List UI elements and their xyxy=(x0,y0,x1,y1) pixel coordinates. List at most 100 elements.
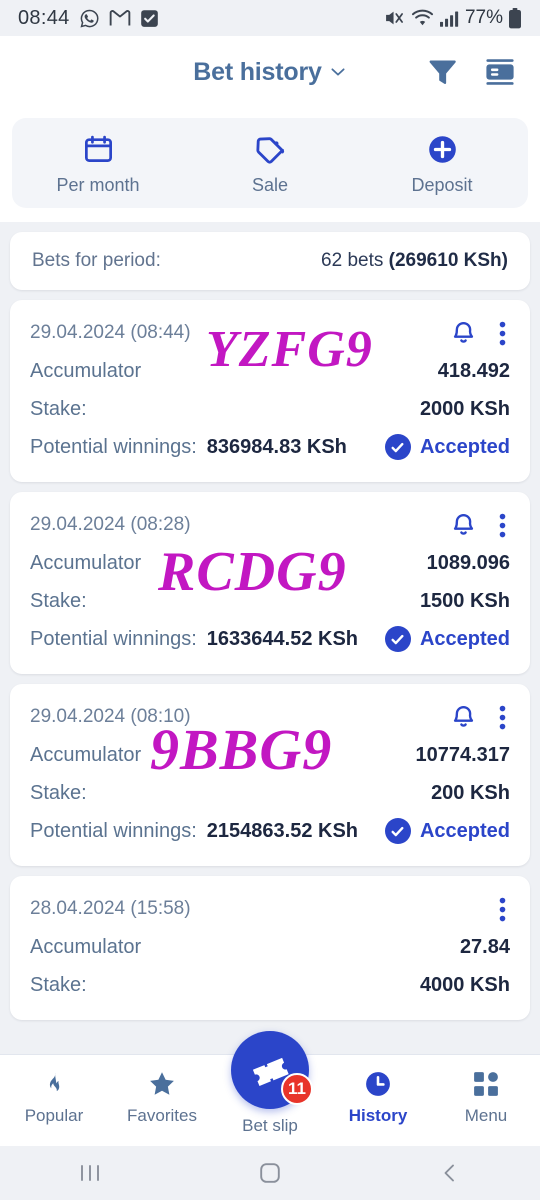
bet-stake-row: Stake: 4000 KSh xyxy=(30,966,510,1004)
stake-label: Stake: xyxy=(30,397,87,420)
chevron-down-icon[interactable] xyxy=(329,63,347,81)
bell-icon[interactable] xyxy=(450,320,477,347)
status-text: Accepted xyxy=(419,435,510,458)
quick-actions-bar: Per month Sale Deposit xyxy=(12,118,528,208)
grid-icon xyxy=(472,1069,500,1099)
bet-type-row: Accumulator 10774.317 xyxy=(30,736,510,774)
check-circle-icon xyxy=(384,434,411,460)
quick-action-deposit[interactable]: Deposit xyxy=(356,132,528,196)
quick-actions-section: Per month Sale Deposit xyxy=(0,108,540,222)
android-navigation-bar xyxy=(0,1146,540,1200)
clock-icon xyxy=(364,1069,392,1099)
potential-label: Potential winnings: xyxy=(30,819,197,842)
bet-date: 29.04.2024 (08:44) xyxy=(30,322,191,343)
quick-action-per-month[interactable]: Per month xyxy=(12,132,184,196)
bell-icon[interactable] xyxy=(450,704,477,731)
bet-stake-row: Stake: 1500 KSh xyxy=(30,582,510,620)
potential-label: Potential winnings: xyxy=(30,435,197,458)
bet-slip-button[interactable]: 11 xyxy=(231,1031,313,1109)
bet-card[interactable]: YZFG9 29.04.2024 (08:44) Accumulator 418… xyxy=(10,300,530,482)
stake-label: Stake: xyxy=(30,781,87,804)
more-options-icon[interactable] xyxy=(499,512,506,539)
summary-label: Bets for period: xyxy=(32,250,161,271)
potential-value: 2154863.52 KSh xyxy=(206,819,359,842)
nav-label: Menu xyxy=(464,1106,508,1125)
status-badge: Accepted xyxy=(384,434,510,460)
status-badge: Accepted xyxy=(384,818,510,844)
bet-odds: 27.84 xyxy=(459,935,510,958)
nav-label: Popular xyxy=(24,1106,84,1125)
bet-date: 29.04.2024 (08:10) xyxy=(30,706,191,727)
quick-action-label: Sale xyxy=(251,175,289,195)
home-icon[interactable] xyxy=(180,1161,360,1185)
period-summary-card: Bets for period: 62 bets (269610 KSh) xyxy=(10,232,530,290)
check-circle-icon xyxy=(384,626,411,652)
bell-icon[interactable] xyxy=(450,512,477,539)
bet-card-actions xyxy=(450,512,510,539)
bet-winnings-row: Potential winnings: 836984.83 KSh Accept… xyxy=(30,428,510,466)
bet-odds: 418.492 xyxy=(437,359,510,382)
summary-amount: (269610 KSh) xyxy=(388,250,508,271)
potential-label: Potential winnings: xyxy=(30,627,197,650)
bet-history-list: Bets for period: 62 bets (269610 KSh) YZ… xyxy=(0,232,540,1020)
quick-action-sale[interactable]: Sale xyxy=(184,132,356,196)
more-options-icon[interactable] xyxy=(499,704,506,731)
potential-value: 1633644.52 KSh xyxy=(206,627,359,650)
back-icon[interactable] xyxy=(360,1161,540,1185)
star-icon xyxy=(147,1069,177,1099)
quick-action-label: Deposit xyxy=(411,175,473,195)
bet-type: Accumulator xyxy=(30,743,142,766)
gmail-icon xyxy=(109,10,130,26)
checkbox-icon xyxy=(140,9,158,27)
battery-icon xyxy=(509,7,521,28)
mute-icon xyxy=(386,11,403,25)
bet-card[interactable]: RCDG9 29.04.2024 (08:28) Accumulator 108… xyxy=(10,492,530,674)
filter-icon[interactable] xyxy=(426,56,458,88)
summary-count: 62 bets xyxy=(321,250,384,271)
bet-card[interactable]: 28.04.2024 (15:58) Accumulator 27.84 Sta… xyxy=(10,876,530,1020)
stake-label: Stake: xyxy=(30,589,87,612)
nav-item-popular[interactable]: Popular xyxy=(0,1069,108,1126)
stake-value: 2000 KSh xyxy=(419,397,510,420)
wifi-icon xyxy=(411,9,434,26)
more-options-icon[interactable] xyxy=(499,320,506,347)
signal-icon xyxy=(439,10,459,27)
bet-card-actions xyxy=(450,704,510,731)
status-bar-left: 08:44 xyxy=(18,7,159,30)
bet-winnings-row: Potential winnings: 2154863.52 KSh Accep… xyxy=(30,812,510,850)
status-text: Accepted xyxy=(419,819,510,842)
status-time: 08:44 xyxy=(18,6,70,29)
bet-stake-row: Stake: 200 KSh xyxy=(30,774,510,812)
status-bar-right: 77% xyxy=(384,7,522,29)
bet-date: 28.04.2024 (15:58) xyxy=(30,898,191,919)
nav-item-favorites[interactable]: Favorites xyxy=(108,1069,216,1126)
bet-card-header: 29.04.2024 (08:28) xyxy=(30,506,510,544)
nav-item-history[interactable]: History xyxy=(324,1069,432,1126)
plus-circle-icon xyxy=(427,132,458,166)
status-badge: Accepted xyxy=(384,626,510,652)
bet-card-actions xyxy=(450,320,510,347)
bet-type-row: Accumulator 1089.096 xyxy=(30,544,510,582)
nav-label: History xyxy=(348,1106,408,1125)
quick-action-label: Per month xyxy=(56,175,140,195)
bet-type: Accumulator xyxy=(30,935,142,958)
bet-date: 29.04.2024 (08:28) xyxy=(30,514,191,535)
bet-card[interactable]: 9BBG9 29.04.2024 (08:10) Accumulator 107… xyxy=(10,684,530,866)
calendar-icon xyxy=(83,132,114,166)
bet-slip-badge: 11 xyxy=(281,1073,313,1105)
stake-value: 200 KSh xyxy=(431,781,510,804)
potential-value: 836984.83 KSh xyxy=(206,435,347,458)
more-options-icon[interactable] xyxy=(499,896,506,923)
status-bar: 08:44 77% xyxy=(0,0,540,36)
page-title: Bet history xyxy=(193,57,322,86)
nav-item-menu[interactable]: Menu xyxy=(432,1069,540,1126)
card-icon[interactable] xyxy=(484,56,516,88)
stake-value: 1500 KSh xyxy=(419,589,510,612)
bet-odds: 1089.096 xyxy=(426,551,510,574)
header-actions xyxy=(426,56,540,88)
recents-icon[interactable] xyxy=(0,1162,180,1184)
whatsapp-icon xyxy=(80,9,98,28)
status-text: Accepted xyxy=(419,627,510,650)
check-circle-icon xyxy=(384,818,411,844)
bottom-navigation: Popular Favorites 11 Bet slip History Me… xyxy=(0,1031,540,1146)
